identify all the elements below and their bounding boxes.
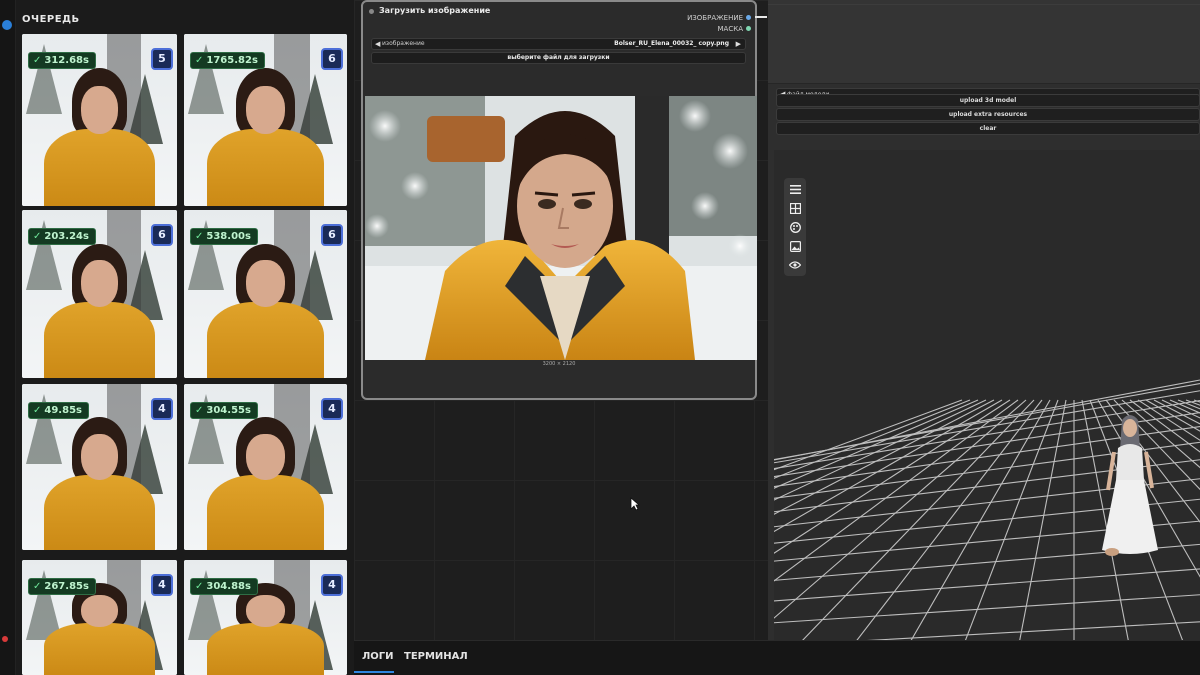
viewport-toolbar — [784, 178, 806, 276]
left-sidebar — [0, 0, 16, 675]
execution-time-badge: ✓ 304.55s — [190, 402, 258, 419]
queue-item[interactable]: ✓ 304.55s 4 — [184, 384, 347, 550]
output-link — [755, 16, 767, 18]
upload-extra-resources-button[interactable]: upload extra resources — [776, 108, 1200, 121]
3d-viewport[interactable] — [774, 150, 1200, 640]
bottom-panel-tabs: ЛОГИ ТЕРМИНАЛ — [354, 640, 1200, 675]
output-count-badge[interactable]: 4 — [151, 574, 173, 596]
execution-time-badge: ✓ 312.68s — [28, 52, 96, 69]
execution-time-badge: ✓ 267.85s — [28, 578, 96, 595]
output-mask-socket[interactable] — [746, 26, 751, 31]
load-3d-panel: ◀ файл модели upload 3d model upload ext… — [768, 0, 1200, 640]
palette-icon[interactable] — [787, 219, 803, 235]
eye-icon[interactable] — [787, 257, 803, 273]
output-count-badge[interactable]: 6 — [151, 224, 173, 246]
active-tab-indicator — [354, 671, 394, 673]
check-icon: ✓ — [195, 405, 204, 416]
queue-title: ОЧЕРЕДЬ — [22, 14, 80, 25]
queue-item[interactable]: ✓ 538.00s 6 — [184, 210, 347, 378]
execution-time: 304.88s — [206, 581, 251, 592]
upload-3d-model-button[interactable]: upload 3d model — [776, 94, 1200, 107]
queue-item[interactable]: ✓ 203.24s 6 — [22, 210, 177, 378]
next-arrow-icon[interactable]: ▶ — [736, 39, 741, 49]
image-dimensions: 3200 × 2120 — [542, 361, 576, 367]
execution-time-badge: ✓ 538.00s — [190, 228, 258, 245]
portrait-image — [365, 96, 757, 360]
output-count-badge[interactable]: 6 — [321, 224, 343, 246]
output-count-badge[interactable]: 4 — [321, 398, 343, 420]
output-image-label: ИЗОБРАЖЕНИЕ — [687, 14, 743, 22]
menu-icon[interactable] — [787, 181, 803, 197]
sidebar-alert-icon — [2, 636, 8, 642]
output-count-badge[interactable]: 4 — [321, 574, 343, 596]
execution-time-badge: ✓ 1765.82s — [190, 52, 265, 69]
choose-file-button[interactable]: выберите файл для загрузки — [371, 52, 746, 64]
node-collapse-dot[interactable] — [369, 9, 374, 14]
image-widget-label: изображение — [382, 40, 425, 47]
check-icon: ✓ — [195, 231, 204, 242]
node-title: Загрузить изображение — [379, 6, 491, 15]
image-filename: Bolser_RU_Elena_00032_ copy.png — [614, 40, 729, 47]
check-icon: ✓ — [33, 581, 42, 592]
execution-time: 267.85s — [44, 581, 89, 592]
check-icon: ✓ — [195, 55, 204, 66]
queue-item[interactable]: ✓ 267.85s 4 — [22, 560, 177, 675]
right-top-area — [768, 0, 1200, 84]
execution-time-badge: ✓ 49.85s — [28, 402, 89, 419]
output-count-badge[interactable]: 6 — [321, 48, 343, 70]
queue-item[interactable]: ✓ 49.85s 4 — [22, 384, 177, 550]
3d-figure-model — [1102, 415, 1158, 556]
queue-panel: ОЧЕРЕДЬ ✓ 312.68s 5 ✓ 1765.82s 6 ✓ 203.24s 6 ✓ 538… — [16, 0, 354, 675]
check-icon: ✓ — [33, 55, 42, 66]
load-image-node[interactable]: Загрузить изображение ИЗОБРАЖЕНИЕ МАСКА … — [361, 0, 767, 400]
output-mask-label: МАСКА — [717, 25, 743, 33]
grid-icon[interactable] — [787, 200, 803, 216]
check-icon: ✓ — [33, 405, 42, 416]
image-icon[interactable] — [787, 238, 803, 254]
check-icon: ✓ — [195, 581, 204, 592]
execution-time: 49.85s — [44, 405, 82, 416]
queue-item[interactable]: ✓ 1765.82s 6 — [184, 34, 347, 206]
queue-item[interactable]: ✓ 312.68s 5 — [22, 34, 177, 206]
prev-arrow-icon[interactable]: ◀ — [375, 39, 380, 49]
execution-time: 203.24s — [44, 231, 89, 242]
floor-grid — [774, 379, 1200, 640]
output-image-socket[interactable] — [746, 15, 751, 20]
sidebar-active-icon[interactable] — [2, 20, 12, 30]
execution-time: 312.68s — [44, 55, 89, 66]
execution-time: 1765.82s — [206, 55, 258, 66]
node-canvas[interactable]: Загрузить изображение ИЗОБРАЖЕНИЕ МАСКА … — [354, 0, 768, 640]
queue-item[interactable]: ✓ 304.88s 4 — [184, 560, 347, 675]
clear-button[interactable]: clear — [776, 122, 1200, 135]
output-count-badge[interactable]: 4 — [151, 398, 173, 420]
tab-logs[interactable]: ЛОГИ — [362, 651, 394, 662]
check-icon: ✓ — [33, 231, 42, 242]
image-preview — [365, 96, 757, 360]
execution-time-badge: ✓ 304.88s — [190, 578, 258, 595]
execution-time: 538.00s — [206, 231, 251, 242]
image-select-widget[interactable]: ◀ изображение Bolser_RU_Elena_00032_ cop… — [371, 38, 746, 50]
execution-time-badge: ✓ 203.24s — [28, 228, 96, 245]
output-count-badge[interactable]: 5 — [151, 48, 173, 70]
execution-time: 304.55s — [206, 405, 251, 416]
tab-terminal[interactable]: ТЕРМИНАЛ — [404, 651, 468, 662]
